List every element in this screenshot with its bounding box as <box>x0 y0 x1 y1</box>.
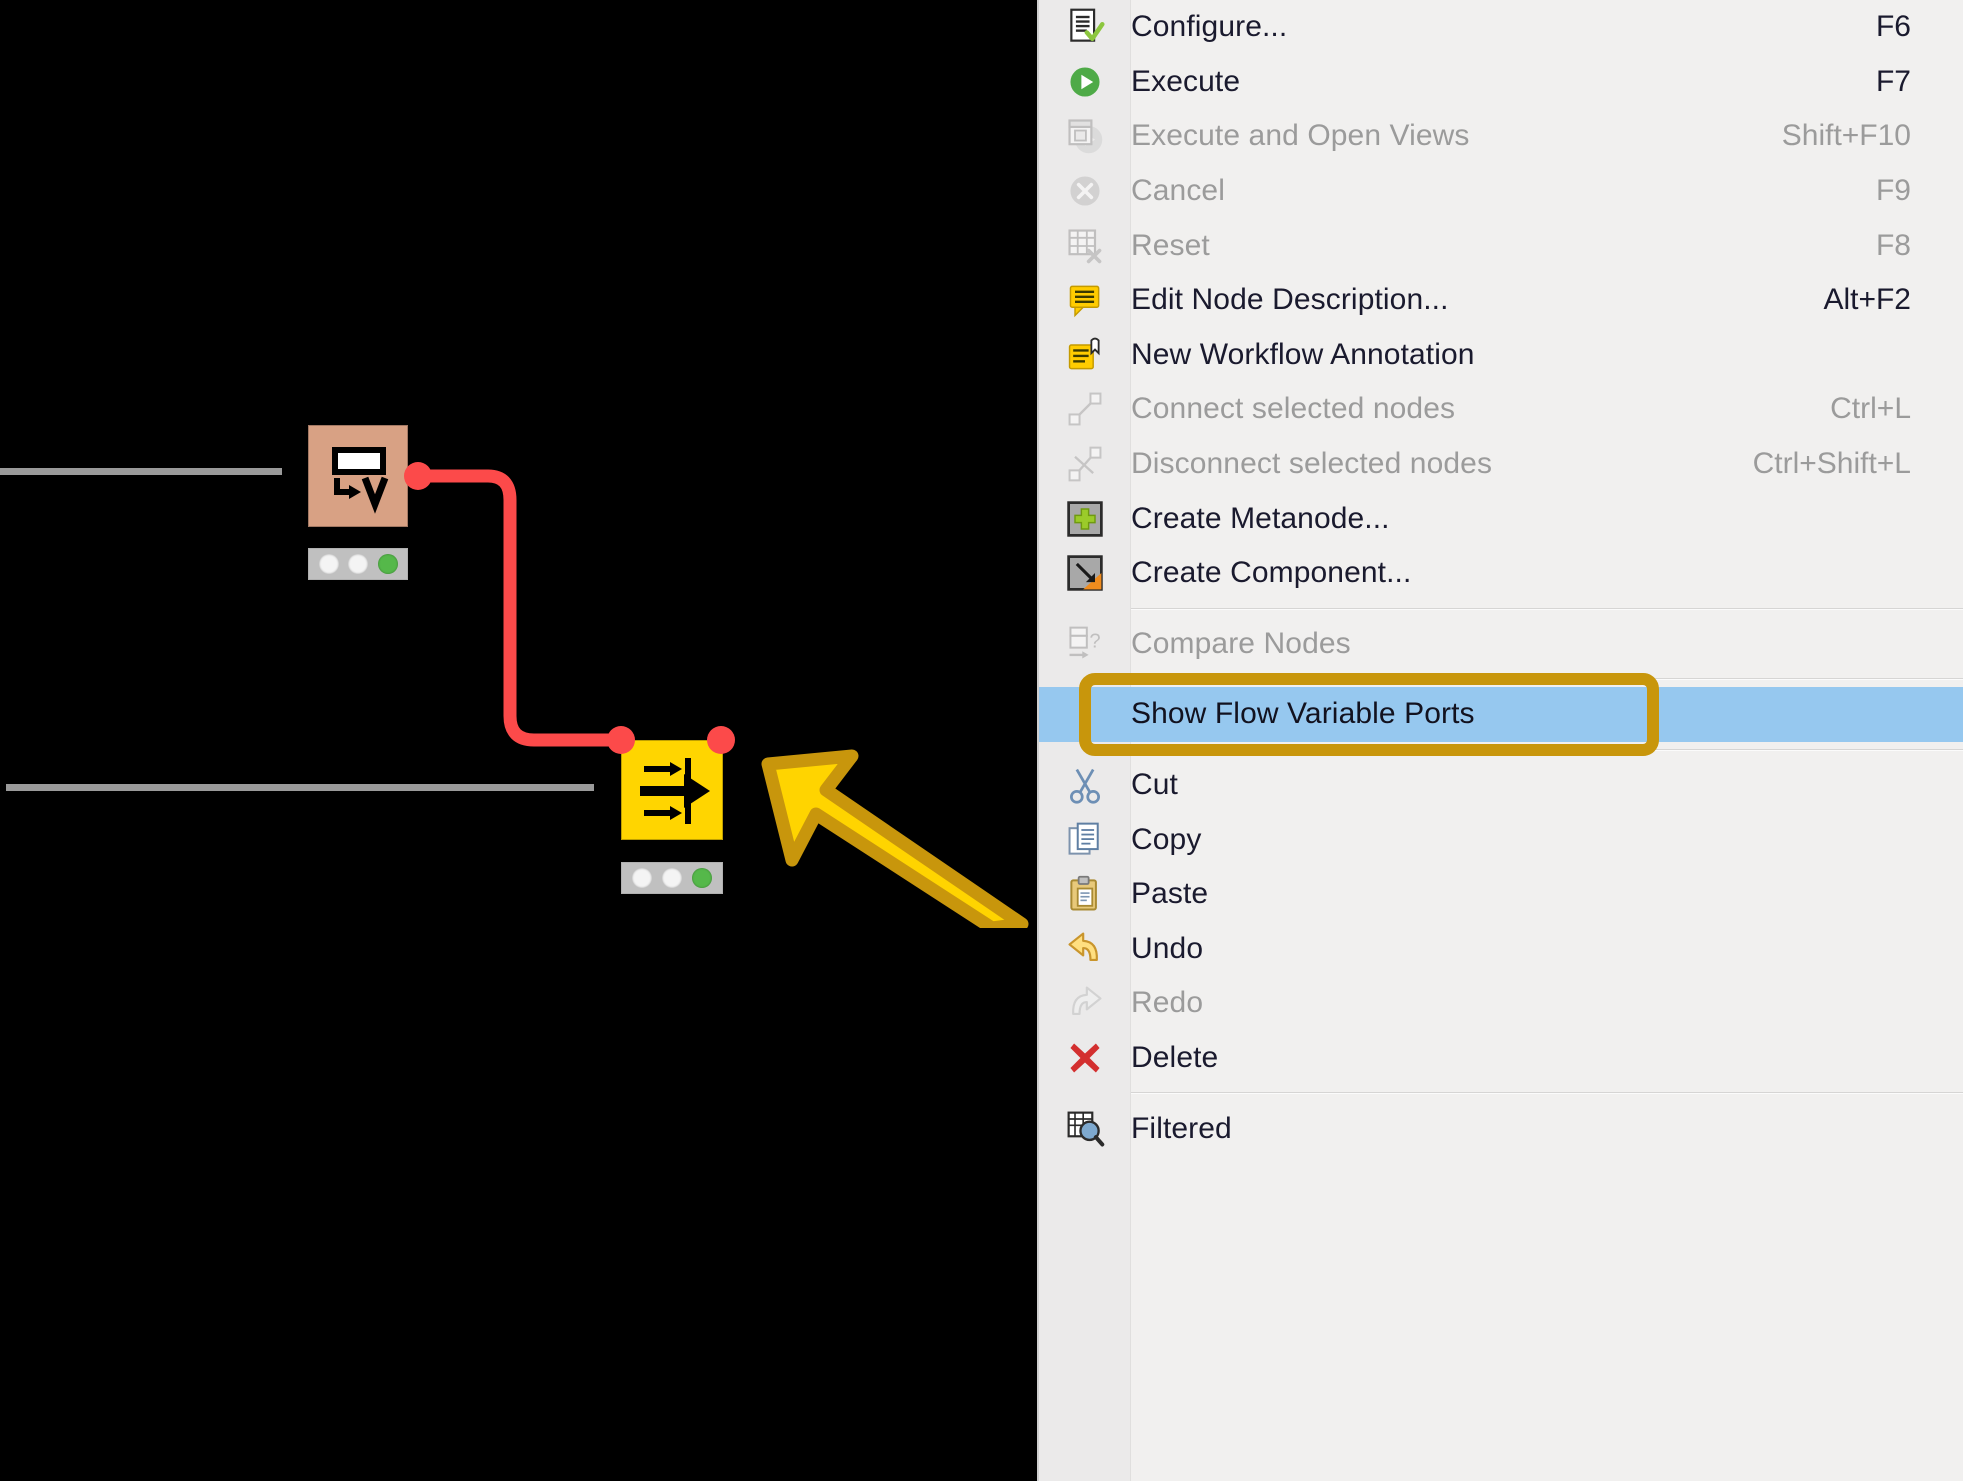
cut-icon <box>1039 758 1131 813</box>
menu-item-shortcut: F9 <box>1875 174 1911 208</box>
paste-icon <box>1039 867 1131 922</box>
menu-item-compare-nodes: Compare Nodes <box>1039 617 1963 672</box>
context-menu-list[interactable]: Configure... F6 Execute F7 Execute and Open … <box>1039 0 1963 1156</box>
menu-item-undo[interactable]: Undo <box>1039 922 1963 977</box>
menu-item-label: Undo <box>1131 931 1204 965</box>
menu-item-redo: Redo <box>1039 976 1963 1031</box>
menu-item-cancel: Cancel F9 <box>1039 164 1963 219</box>
menu-item-shortcut: F8 <box>1875 228 1911 262</box>
workflow-canvas[interactable] <box>0 0 1037 1481</box>
menu-item-label: Configure... <box>1131 10 1288 44</box>
merge-arrows-icon <box>640 758 710 824</box>
menu-item-shortcut: Shift+F10 <box>1781 119 1911 153</box>
menu-item-shortcut: F7 <box>1875 64 1911 98</box>
execute-icon <box>1039 55 1131 110</box>
menu-item-shortcut: F6 <box>1875 10 1911 44</box>
connection-wire-layer <box>411 469 628 747</box>
table-to-variable-icon <box>332 447 389 514</box>
status-led-executed <box>377 554 398 574</box>
menu-item-label: New Workflow Annotation <box>1131 337 1475 371</box>
node-context-menu[interactable]: Configure... F6 Execute F7 Execute and Open … <box>1037 0 1963 1481</box>
menu-item-label: Edit Node Description... <box>1131 283 1449 317</box>
node-status-bar <box>308 548 408 580</box>
menu-item-new-workflow-annotation[interactable]: New Workflow Annotation <box>1039 328 1963 383</box>
status-led-idle <box>662 868 682 888</box>
menu-item-label: Filtered <box>1131 1111 1232 1145</box>
menu-item-shortcut: Ctrl+Shift+L <box>1752 447 1911 481</box>
execute-open-views-icon <box>1039 109 1131 164</box>
menu-separator <box>1131 748 1963 751</box>
status-led-executed <box>692 868 712 888</box>
connection-stub-upper <box>0 468 282 475</box>
menu-item-label: Execute and Open Views <box>1131 119 1470 153</box>
menu-separator <box>1131 678 1963 681</box>
undo-icon <box>1039 922 1131 977</box>
status-led-idle <box>318 554 339 574</box>
menu-item-create-metanode[interactable]: Create Metanode... <box>1039 491 1963 546</box>
connect-nodes-icon <box>1039 382 1131 437</box>
create-metanode-icon <box>1039 491 1131 546</box>
reset-icon <box>1039 218 1131 273</box>
menu-item-no-icon <box>1039 687 1131 742</box>
flow-variable-in-port[interactable] <box>607 726 635 754</box>
menu-separator <box>1131 607 1963 610</box>
filtered-icon <box>1039 1101 1131 1156</box>
menu-item-copy[interactable]: Copy <box>1039 812 1963 867</box>
menu-item-label: Cut <box>1131 768 1178 802</box>
edit-description-icon <box>1039 273 1131 328</box>
menu-separator <box>1131 1092 1963 1095</box>
menu-item-delete[interactable]: Delete <box>1039 1031 1963 1086</box>
menu-item-label: Delete <box>1131 1040 1219 1074</box>
new-annotation-icon <box>1039 328 1131 383</box>
flow-variable-out-port[interactable] <box>707 726 735 754</box>
node-body[interactable] <box>621 740 723 840</box>
menu-item-label: Copy <box>1131 822 1202 856</box>
status-led-idle <box>348 554 368 574</box>
redo-icon <box>1039 976 1131 1031</box>
compare-nodes-icon <box>1039 617 1131 672</box>
flow-variable-connection <box>411 469 628 747</box>
menu-item-reset: Reset F8 <box>1039 218 1963 273</box>
configure-icon <box>1039 0 1131 55</box>
menu-item-show-flow-variable-ports[interactable]: Show Flow Variable Ports <box>1039 687 1963 742</box>
menu-item-shortcut: Alt+F2 <box>1823 283 1911 317</box>
menu-item-label: Create Metanode... <box>1131 501 1390 535</box>
menu-item-cut[interactable]: Cut <box>1039 758 1963 813</box>
menu-item-paste[interactable]: Paste <box>1039 867 1963 922</box>
callout-arrow-annotation <box>761 749 1029 928</box>
menu-item-create-component[interactable]: Create Component... <box>1039 546 1963 601</box>
menu-item-filtered[interactable]: Filtered <box>1039 1101 1963 1156</box>
menu-item-edit-node-description[interactable]: Edit Node Description... Alt+F2 <box>1039 273 1963 328</box>
menu-item-label: Redo <box>1131 986 1204 1020</box>
status-led-idle <box>632 868 652 888</box>
menu-item-disconnect-selected-nodes: Disconnect selected nodes Ctrl+Shift+L <box>1039 437 1963 492</box>
menu-item-connect-selected-nodes: Connect selected nodes Ctrl+L <box>1039 382 1963 437</box>
menu-item-label: Connect selected nodes <box>1131 392 1456 426</box>
menu-item-execute-and-open-views: Execute and Open Views Shift+F10 <box>1039 109 1963 164</box>
flow-variable-out-port[interactable] <box>404 462 432 490</box>
node-status-bar <box>621 862 723 894</box>
create-component-icon <box>1039 546 1131 601</box>
node-body[interactable] <box>308 425 408 527</box>
menu-item-execute[interactable]: Execute F7 <box>1039 55 1963 110</box>
disconnect-nodes-icon <box>1039 437 1131 492</box>
menu-item-label: Execute <box>1131 64 1241 98</box>
delete-icon <box>1039 1031 1131 1086</box>
menu-item-label: Cancel <box>1131 174 1225 208</box>
menu-item-label: Paste <box>1131 877 1209 911</box>
menu-item-label: Compare Nodes <box>1131 626 1351 660</box>
menu-item-shortcut: Ctrl+L <box>1830 392 1911 426</box>
menu-item-label: Reset <box>1131 228 1210 262</box>
menu-item-label: Show Flow Variable Ports <box>1131 697 1475 731</box>
cancel-icon <box>1039 164 1131 219</box>
menu-item-configure[interactable]: Configure... F6 <box>1039 0 1963 55</box>
copy-icon <box>1039 812 1131 867</box>
menu-item-label: Disconnect selected nodes <box>1131 447 1493 481</box>
menu-item-label: Create Component... <box>1131 556 1412 590</box>
connection-stub-lower <box>6 784 594 791</box>
